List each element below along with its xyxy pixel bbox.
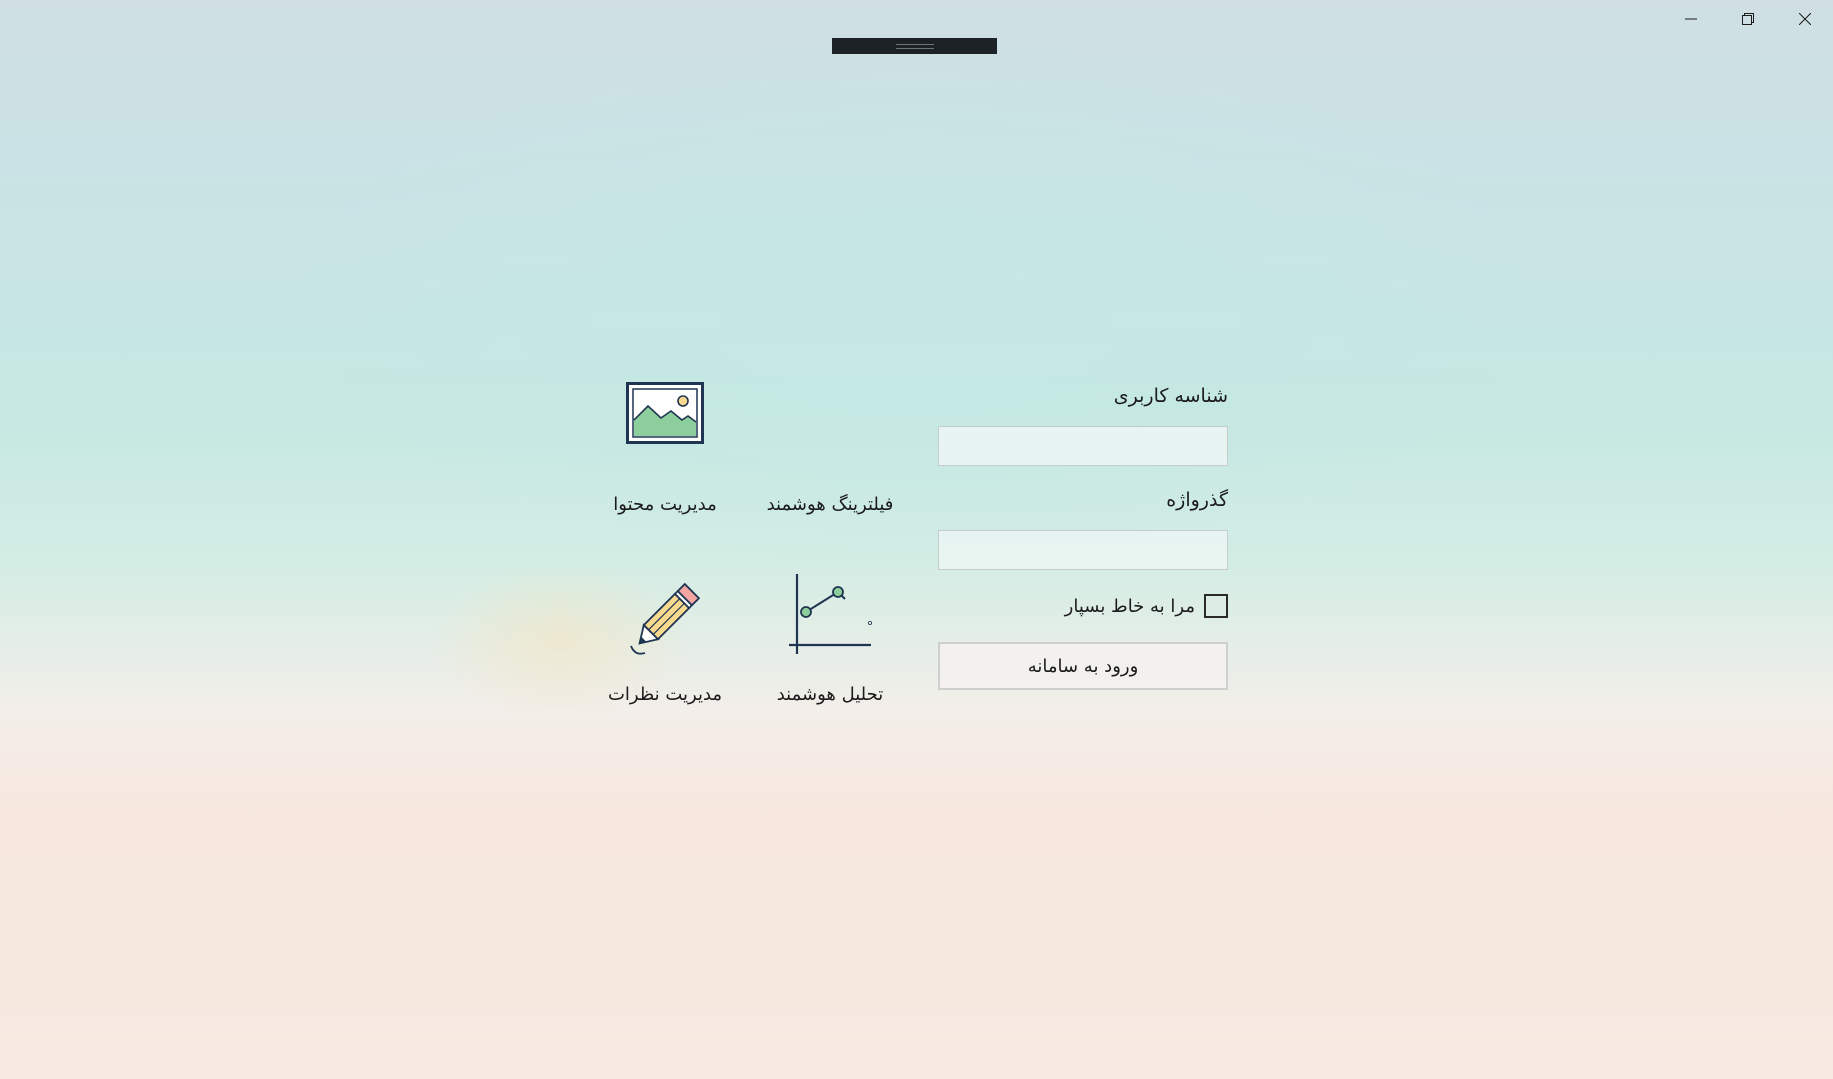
tile-smart-analytics-label: تحلیل هوشمند — [776, 684, 884, 705]
login-form: شناسه کاربری گذرواژه مرا به خاط بسپار ور… — [938, 380, 1228, 690]
drag-handle[interactable] — [832, 38, 997, 54]
tile-smart-analytics[interactable]: تحلیل هوشمند — [755, 572, 905, 705]
minimize-icon — [1684, 18, 1697, 20]
close-icon — [1798, 13, 1811, 25]
tile-smart-filtering[interactable]: فیلترینگ هوشمند — [755, 494, 905, 515]
password-label: گذرواژه — [1166, 489, 1228, 511]
tile-content-management-label: مدیریت محتوا — [613, 494, 717, 515]
tile-comments-management[interactable]: مدیریت نظرات — [590, 576, 740, 705]
username-label: شناسه کاربری — [1113, 385, 1228, 407]
password-input[interactable] — [938, 530, 1228, 570]
restore-button[interactable] — [1719, 0, 1776, 38]
remember-label: مرا به خاط بسپار — [1064, 595, 1195, 617]
grip-icon — [895, 43, 934, 49]
close-button[interactable] — [1776, 0, 1833, 38]
remember-me[interactable]: مرا به خاط بسپار — [938, 593, 1228, 619]
image-icon — [626, 382, 704, 444]
tile-content-management[interactable]: مدیریت محتوا — [590, 382, 740, 515]
pencil-icon — [630, 582, 701, 655]
line-chart-icon — [789, 574, 873, 654]
minimize-button[interactable] — [1662, 0, 1719, 38]
window-controls — [1662, 0, 1833, 38]
remember-checkbox[interactable] — [1204, 594, 1228, 618]
tile-comments-management-label: مدیریت نظرات — [607, 684, 723, 705]
tile-smart-filtering-label: فیلترینگ هوشمند — [766, 494, 894, 515]
username-input[interactable] — [938, 426, 1228, 466]
login-button[interactable]: ورود به سامانه — [938, 642, 1228, 690]
restore-icon — [1741, 13, 1754, 25]
